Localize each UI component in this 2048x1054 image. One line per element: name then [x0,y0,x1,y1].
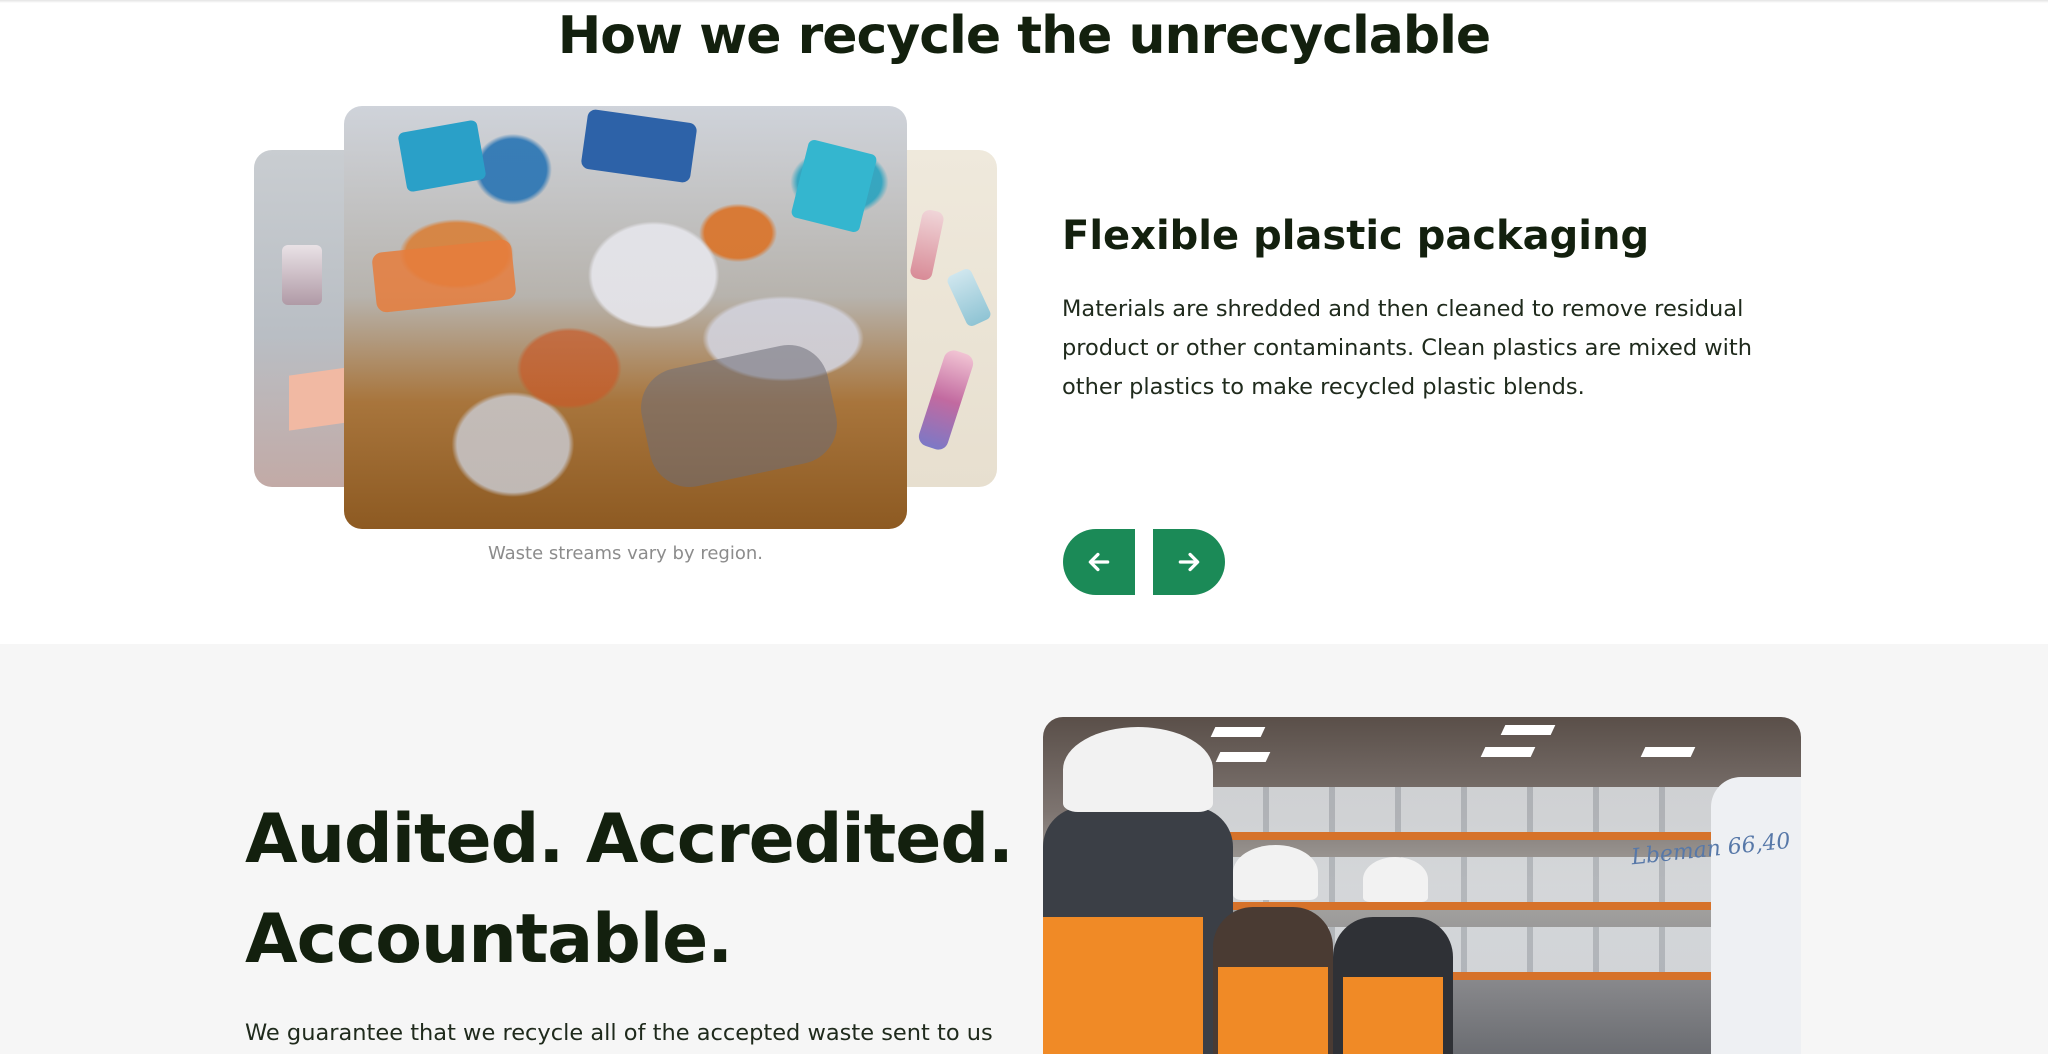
photo-detail [397,119,487,193]
photo-detail [945,267,993,328]
photo-detail [1233,845,1318,900]
photo-detail [790,138,878,234]
carousel-caption: Waste streams vary by region. [488,543,763,564]
audit-body-text: We guarantee that we recycle all of the … [245,1020,993,1046]
photo-detail [1711,777,1801,1054]
carousel-image-current [344,106,907,529]
arrow-right-icon [1178,552,1200,572]
photo-detail [1210,727,1266,737]
arrow-left-icon [1088,552,1110,572]
slide-description: Materials are shredded and then cleaned … [1062,296,1752,400]
photo-detail [1480,747,1536,757]
photo-detail [371,238,517,314]
carousel-prev-button[interactable] [1063,529,1135,595]
photo-detail [908,208,946,282]
photo-detail [580,108,698,184]
photo-detail [1063,727,1213,812]
audit-heading-line1: Audited. Accredited. [245,800,1014,879]
photo-detail [633,337,845,495]
warehouse-workers-photo: Lbeman 66,40 [1043,717,1801,1054]
photo-detail [916,347,976,453]
photo-detail [1203,832,1763,840]
photo-detail [1215,752,1271,762]
photo-detail [1640,747,1696,757]
top-edge-shadow [0,0,2048,3]
audit-heading: Audited. Accredited. Accountable. [245,790,1014,990]
audit-heading-line2: Accountable. [245,900,733,979]
slide-heading: Flexible plastic packaging [1062,213,1650,259]
photo-detail [1343,977,1443,1054]
photo-detail [1363,857,1428,902]
photo-detail [282,245,322,305]
photo-detail [1203,787,1763,832]
photo-detail [1043,917,1203,1054]
photo-detail [1500,725,1556,735]
photo-detail [1218,967,1328,1054]
section-title: How we recycle the unrecyclable [557,6,1491,66]
carousel-next-button[interactable] [1153,529,1225,595]
